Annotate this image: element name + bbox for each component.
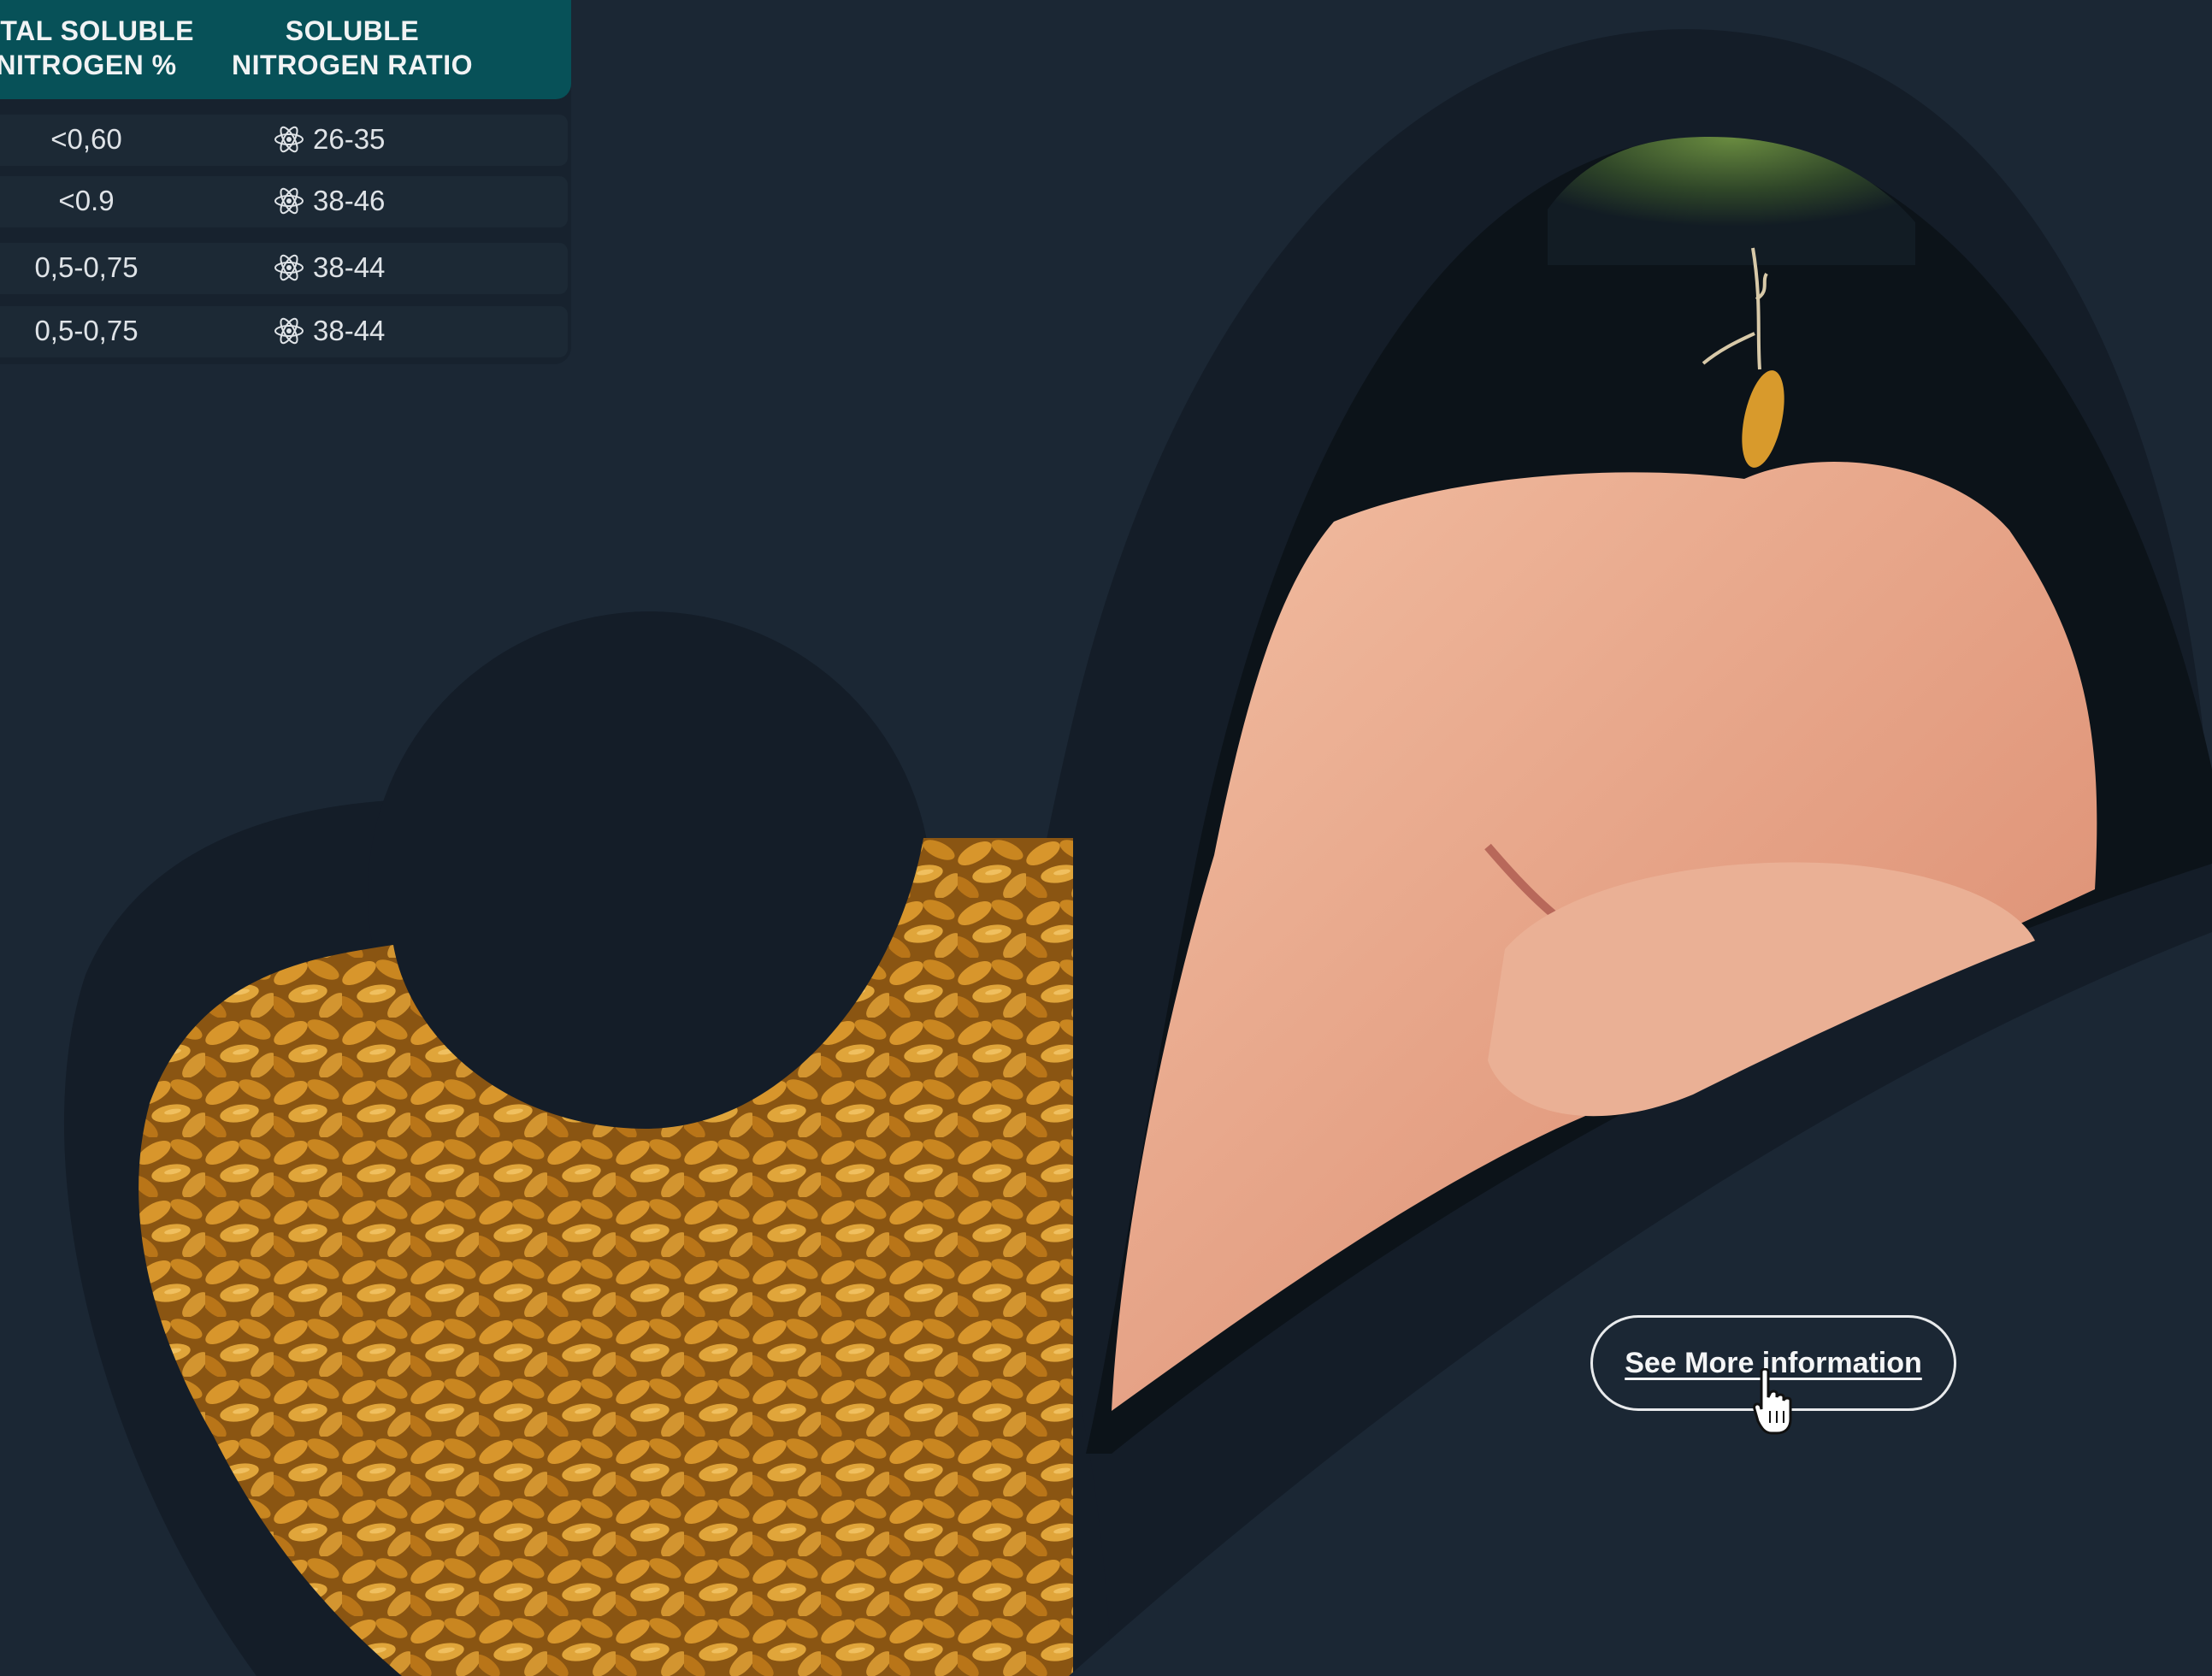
header-ratio-line1: SOLUBLE xyxy=(285,15,420,46)
header-soluble-nitrogen-ratio: SOLUBLE NITROGEN RATIO xyxy=(224,14,481,82)
table-row: <0,60 26-35 xyxy=(0,115,568,166)
total-soluble-nitrogen-value: 0,5-0,75 xyxy=(34,315,139,346)
atom-icon xyxy=(274,254,304,281)
header-total-soluble-nitrogen-line2: NITROGEN % xyxy=(0,50,177,80)
ratio-value: 38-46 xyxy=(313,185,386,216)
table-header: OTAL SOLUBLE NITROGEN % SOLUBLE NITROGEN… xyxy=(0,0,571,99)
header-total-soluble-nitrogen-line1: OTAL SOLUBLE xyxy=(0,15,194,46)
header-ratio-line2: NITROGEN RATIO xyxy=(232,50,473,80)
atom-icon xyxy=(274,317,304,345)
total-soluble-nitrogen-value: 0,5-0,75 xyxy=(34,251,139,283)
ratio-value: 38-44 xyxy=(313,251,386,283)
hand-pointer-icon xyxy=(1753,1368,1792,1435)
ratio-cell: 38-44 xyxy=(274,251,385,284)
header-total-soluble-nitrogen: OTAL SOLUBLE NITROGEN % xyxy=(0,14,215,82)
atom-icon xyxy=(274,126,304,153)
table-row: <0.9 38-46 xyxy=(0,176,568,227)
ratio-cell: 38-44 xyxy=(274,315,385,347)
ratio-cell: 38-46 xyxy=(274,185,385,217)
table-row: 0,5-0,75 38-44 xyxy=(0,306,568,357)
atom-icon xyxy=(274,187,304,215)
total-soluble-nitrogen-value: <0,60 xyxy=(50,123,122,155)
ratio-value: 26-35 xyxy=(313,123,386,155)
ratio-value: 38-44 xyxy=(313,315,386,346)
specification-table: OTAL SOLUBLE NITROGEN % SOLUBLE NITROGEN… xyxy=(0,0,571,364)
table-row: 0,5-0,75 38-44 xyxy=(0,243,568,294)
ratio-cell: 26-35 xyxy=(274,123,385,156)
total-soluble-nitrogen-value: <0.9 xyxy=(58,185,115,216)
